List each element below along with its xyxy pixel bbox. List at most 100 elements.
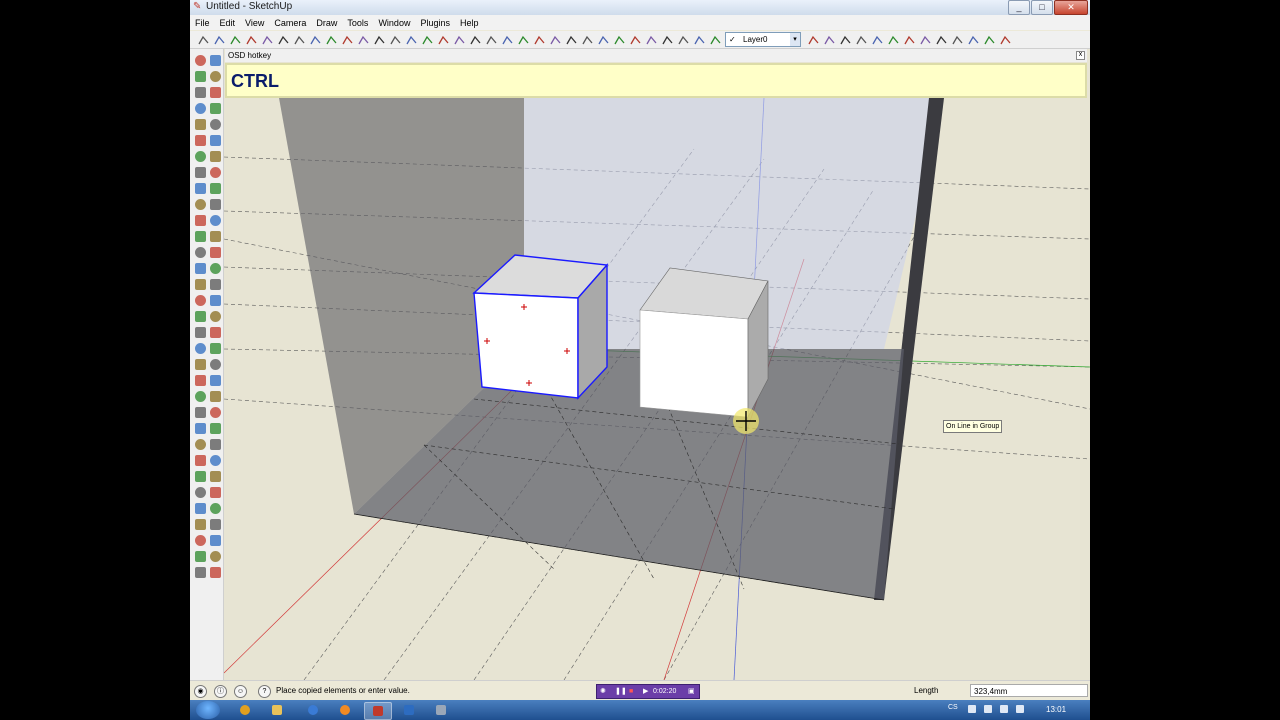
arc3-tool-icon[interactable] <box>210 423 221 434</box>
protractor-tool-icon[interactable] <box>356 33 371 48</box>
add-location-tool-icon[interactable] <box>838 33 853 48</box>
circle-tool-icon[interactable] <box>195 519 206 530</box>
stamp-tool-icon[interactable] <box>886 33 901 48</box>
pie-tool-icon[interactable] <box>308 33 323 48</box>
original-cube[interactable] <box>639 267 769 418</box>
shadows-tool-icon[interactable] <box>660 33 675 48</box>
drape-tool-icon[interactable] <box>902 33 917 48</box>
menu-view[interactable]: View <box>240 18 269 28</box>
screen-recorder-widget[interactable]: ✺ ❚❚ ■ ▶ 0:02:20 ▣ <box>596 684 700 699</box>
dome-tool-icon[interactable] <box>195 391 206 402</box>
stamp-tool-icon[interactable] <box>210 295 221 306</box>
minimize-button[interactable]: _ <box>1008 0 1030 15</box>
followme-tool-icon[interactable] <box>210 567 221 578</box>
make-component-tool-icon[interactable] <box>210 487 221 498</box>
spline-tool-icon[interactable] <box>195 423 206 434</box>
protractor-tool-icon[interactable] <box>195 183 206 194</box>
xray-tool-icon[interactable] <box>564 33 579 48</box>
textured-tool-icon[interactable] <box>628 33 643 48</box>
add-detail-tool-icon[interactable] <box>966 33 981 48</box>
pencil-tool-icon[interactable] <box>324 33 339 48</box>
right-tool-icon[interactable] <box>500 33 515 48</box>
ruby-tool-icon[interactable] <box>210 327 221 338</box>
back-tool-icon[interactable] <box>516 33 531 48</box>
flip-edge-tool-icon[interactable] <box>195 327 206 338</box>
rectangle-tool-icon[interactable] <box>195 503 206 514</box>
polygon-tool-icon[interactable] <box>276 33 291 48</box>
tray-flag-icon[interactable] <box>1000 705 1008 713</box>
rotate-tool-icon[interactable] <box>210 551 221 562</box>
sandbox-from-contours-tool-icon[interactable] <box>195 279 206 290</box>
shaded-tool-icon[interactable] <box>612 33 627 48</box>
start-button[interactable] <box>196 701 220 719</box>
flip-tool-icon[interactable] <box>950 33 965 48</box>
followme-tool-icon[interactable] <box>210 151 221 162</box>
taskbar-sketchup[interactable] <box>364 702 392 720</box>
taskbar-app-gray[interactable] <box>428 702 454 718</box>
freehand-tool-icon[interactable] <box>998 33 1013 48</box>
paint-tool-icon[interactable] <box>195 487 206 498</box>
record-icon[interactable]: ■ <box>629 685 633 698</box>
drawing-viewport[interactable]: On Line in Group <box>224 49 1090 680</box>
make-component-tool-icon[interactable] <box>210 71 221 82</box>
hidden-tool-icon[interactable] <box>596 33 611 48</box>
tray-volume-icon[interactable] <box>1016 705 1024 713</box>
circle3-tool-icon[interactable] <box>195 439 206 450</box>
arc2-tool-icon[interactable] <box>292 33 307 48</box>
taskbar-explorer[interactable] <box>264 702 290 718</box>
circle-tool-icon[interactable] <box>195 103 206 114</box>
taskbar-firefox[interactable] <box>332 702 358 718</box>
menu-draw[interactable]: Draw <box>311 18 342 28</box>
rectangle-tool-icon[interactable] <box>195 87 206 98</box>
cone-tool-icon[interactable] <box>210 359 221 370</box>
bottom-tool-icon[interactable] <box>548 33 563 48</box>
text-tool-icon[interactable] <box>404 33 419 48</box>
credits-icon[interactable]: ⓘ <box>214 685 227 698</box>
measurements-box[interactable]: 323,4mm <box>970 684 1088 697</box>
circle-tool-icon[interactable] <box>244 33 259 48</box>
line-tool-icon[interactable] <box>982 33 997 48</box>
dim-tool-icon[interactable] <box>388 33 403 48</box>
move-tool-icon[interactable] <box>195 551 206 562</box>
front-tool-icon[interactable] <box>484 33 499 48</box>
axes-tool-icon[interactable] <box>420 33 435 48</box>
toggle-terrain-tool-icon[interactable] <box>870 33 885 48</box>
section-tool-icon[interactable] <box>195 247 206 258</box>
iso-tool-icon[interactable] <box>452 33 467 48</box>
arc-tool-icon[interactable] <box>260 33 275 48</box>
group-tool-icon[interactable] <box>822 33 837 48</box>
dimension-tool-icon[interactable] <box>210 167 221 178</box>
loop-tool-icon[interactable] <box>195 455 206 466</box>
walk-tool-icon[interactable] <box>195 231 206 242</box>
maximize-button[interactable]: □ <box>1031 0 1053 15</box>
close-button[interactable]: ✕ <box>1054 0 1088 15</box>
followme-tool-icon[interactable] <box>372 33 387 48</box>
pan-tool-icon[interactable] <box>210 199 221 210</box>
geo-location-icon[interactable]: ◉ <box>194 685 207 698</box>
eraser-tool-icon[interactable] <box>210 55 221 66</box>
recorder-stop-icon[interactable]: ▣ <box>688 685 695 698</box>
menu-camera[interactable]: Camera <box>269 18 311 28</box>
top-tool-icon[interactable] <box>468 33 483 48</box>
eraser-tool-icon[interactable] <box>210 471 221 482</box>
offset-tool-icon[interactable] <box>210 535 221 546</box>
offset-tool-icon[interactable] <box>210 119 221 130</box>
add-detail-tool-icon[interactable] <box>210 311 221 322</box>
helix-tool-icon[interactable] <box>195 375 206 386</box>
arc-tool-icon[interactable] <box>210 103 221 114</box>
text-tool-icon[interactable] <box>210 183 221 194</box>
rectangle-tool-icon[interactable] <box>228 33 243 48</box>
menu-window[interactable]: Window <box>373 18 415 28</box>
component-tool-icon[interactable] <box>806 33 821 48</box>
taskbar-app-blue[interactable] <box>396 702 422 718</box>
osd-close-icon[interactable]: x <box>1076 51 1085 60</box>
line-tool-icon[interactable] <box>196 33 211 48</box>
mono-tool-icon[interactable] <box>644 33 659 48</box>
help-icon[interactable]: ? <box>258 685 271 698</box>
orbit-tool-icon[interactable] <box>195 199 206 210</box>
tray-arrow-icon[interactable] <box>968 705 976 713</box>
loft-tool-icon[interactable] <box>195 407 206 418</box>
zoom-tool-icon[interactable] <box>195 215 206 226</box>
fog-tool-icon[interactable] <box>676 33 691 48</box>
layer-dropdown[interactable]: ✓ Layer0 ▾ <box>725 32 801 47</box>
